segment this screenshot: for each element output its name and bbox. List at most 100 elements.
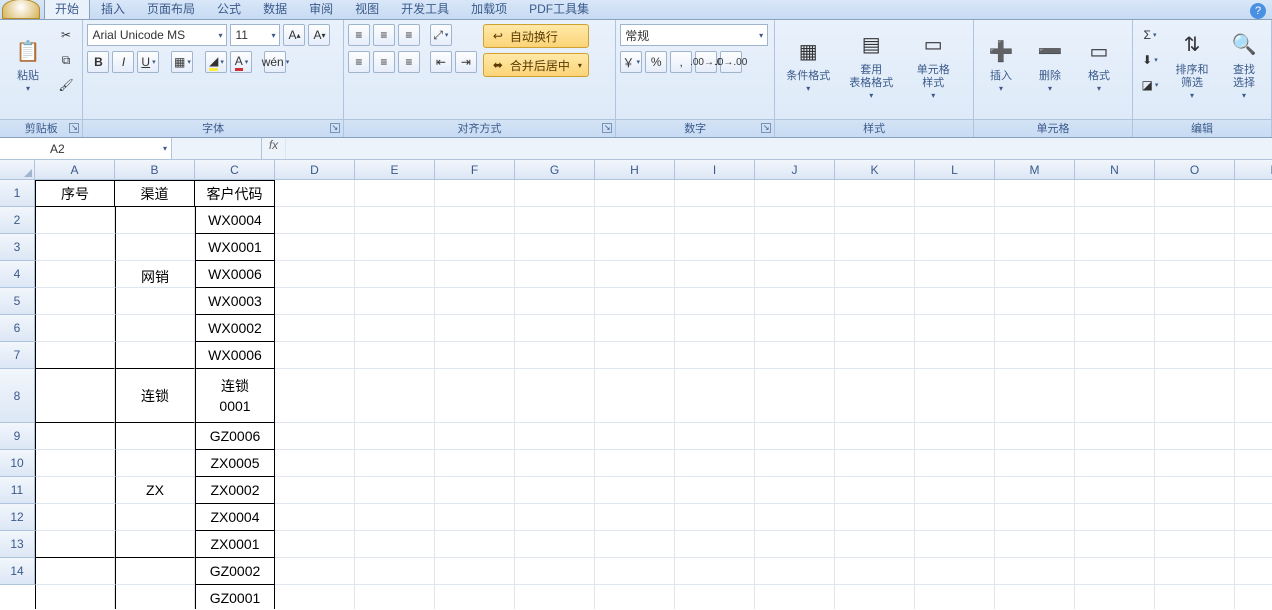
cell-blank[interactable]: [435, 450, 515, 477]
cell-blank[interactable]: [435, 180, 515, 207]
cell-blank[interactable]: [915, 369, 995, 423]
cell-blank[interactable]: [755, 531, 835, 558]
cell-B7[interactable]: [115, 342, 195, 369]
cell-C10[interactable]: ZX0005: [195, 450, 275, 477]
cell-blank[interactable]: [835, 558, 915, 585]
increase-indent-button[interactable]: ⇥: [455, 51, 477, 73]
cell-A6[interactable]: [35, 315, 115, 342]
cell-blank[interactable]: [915, 288, 995, 315]
cell-blank[interactable]: [355, 207, 435, 234]
find-select-button[interactable]: 🔍查找 选择▾: [1221, 24, 1267, 104]
cell-B2[interactable]: [115, 207, 195, 234]
cell-blank[interactable]: [1155, 477, 1235, 504]
cell-blank[interactable]: [435, 261, 515, 288]
number-format-combo[interactable]: 常规▾: [620, 24, 768, 46]
cell-blank[interactable]: [675, 315, 755, 342]
help-icon[interactable]: ?: [1250, 3, 1266, 19]
cell-blank[interactable]: [755, 558, 835, 585]
copy-button[interactable]: ⧉: [55, 49, 77, 71]
cell-blank[interactable]: [675, 261, 755, 288]
tab-view[interactable]: 视图: [344, 0, 390, 19]
cell-blank[interactable]: [515, 342, 595, 369]
row-header-6[interactable]: 6: [0, 315, 35, 342]
accounting-button[interactable]: ￥▾: [620, 51, 642, 73]
cell-blank[interactable]: [1075, 180, 1155, 207]
cell-B11[interactable]: ZX: [115, 477, 195, 504]
cell-blank[interactable]: [755, 288, 835, 315]
cell-blank[interactable]: [675, 369, 755, 423]
cell-C5[interactable]: WX0003: [195, 288, 275, 315]
cell-blank[interactable]: [675, 450, 755, 477]
cell-A14[interactable]: [35, 558, 115, 585]
cell-blank[interactable]: [675, 207, 755, 234]
cell-blank[interactable]: [595, 234, 675, 261]
cell-blank[interactable]: [595, 504, 675, 531]
cell-blank[interactable]: [595, 423, 675, 450]
row-header-2[interactable]: 2: [0, 207, 35, 234]
cell-blank[interactable]: [675, 342, 755, 369]
row-header-10[interactable]: 10: [0, 450, 35, 477]
cell-blank[interactable]: [355, 180, 435, 207]
cell-blank[interactable]: [1075, 234, 1155, 261]
row-header-11[interactable]: 11: [0, 477, 35, 504]
clipboard-launcher[interactable]: ↘: [69, 123, 79, 133]
cell-blank[interactable]: [755, 234, 835, 261]
cell-blank[interactable]: [515, 369, 595, 423]
cell-A12[interactable]: [35, 504, 115, 531]
paste-button[interactable]: 📋 粘贴 ▾: [4, 24, 52, 104]
cell-blank[interactable]: [275, 477, 355, 504]
col-header-N[interactable]: N: [1075, 160, 1155, 180]
cell-B10[interactable]: [115, 450, 195, 477]
cell-styles-button[interactable]: ▭单元格 样式▾: [905, 24, 961, 104]
cell-blank[interactable]: [835, 261, 915, 288]
decrease-indent-button[interactable]: ⇤: [430, 51, 452, 73]
cell-blank[interactable]: [915, 315, 995, 342]
cell-A13[interactable]: [35, 531, 115, 558]
cell-blank[interactable]: [1235, 288, 1272, 315]
tab-formulas[interactable]: 公式: [206, 0, 252, 19]
cell-C1[interactable]: 客户代码: [195, 180, 275, 207]
col-header-L[interactable]: L: [915, 160, 995, 180]
row-header-7[interactable]: 7: [0, 342, 35, 369]
cell-blank[interactable]: [1235, 423, 1272, 450]
cell-blank[interactable]: [435, 207, 515, 234]
fx-icon[interactable]: fx: [262, 138, 286, 159]
cell-blank[interactable]: [275, 261, 355, 288]
cell-A3[interactable]: [35, 234, 115, 261]
cell-blank[interactable]: [995, 423, 1075, 450]
cell-B6[interactable]: [115, 315, 195, 342]
row-header-13[interactable]: 13: [0, 531, 35, 558]
cell-blank[interactable]: [915, 234, 995, 261]
cell-blank[interactable]: [355, 558, 435, 585]
cell-blank[interactable]: [755, 450, 835, 477]
cell-blank[interactable]: [1155, 450, 1235, 477]
cell-C12[interactable]: ZX0004: [195, 504, 275, 531]
col-header-C[interactable]: C: [195, 160, 275, 180]
cell-blank[interactable]: [355, 342, 435, 369]
cell-blank[interactable]: [995, 342, 1075, 369]
cell-blank[interactable]: [755, 504, 835, 531]
cell-C13[interactable]: ZX0001: [195, 531, 275, 558]
cell-blank[interactable]: [835, 531, 915, 558]
font-size-combo[interactable]: 11▾: [230, 24, 280, 46]
cell-A11[interactable]: [35, 477, 115, 504]
cell-A10[interactable]: [35, 450, 115, 477]
cell-blank[interactable]: [275, 423, 355, 450]
col-header-M[interactable]: M: [995, 160, 1075, 180]
cell-A4[interactable]: [35, 261, 115, 288]
row-header-3[interactable]: 3: [0, 234, 35, 261]
cell-blank[interactable]: [275, 234, 355, 261]
cell-blank[interactable]: [755, 585, 835, 609]
col-header-F[interactable]: F: [435, 160, 515, 180]
cell-blank[interactable]: [995, 261, 1075, 288]
delete-cells-button[interactable]: ➖删除▾: [1027, 24, 1073, 104]
cell-blank[interactable]: [1235, 315, 1272, 342]
col-header-J[interactable]: J: [755, 160, 835, 180]
col-header-B[interactable]: B: [115, 160, 195, 180]
cell-blank[interactable]: [275, 504, 355, 531]
cell-B12[interactable]: [115, 504, 195, 531]
cell-blank[interactable]: [755, 315, 835, 342]
cell-blank[interactable]: [515, 180, 595, 207]
cell-blank[interactable]: [1235, 369, 1272, 423]
cell-blank[interactable]: [1235, 234, 1272, 261]
